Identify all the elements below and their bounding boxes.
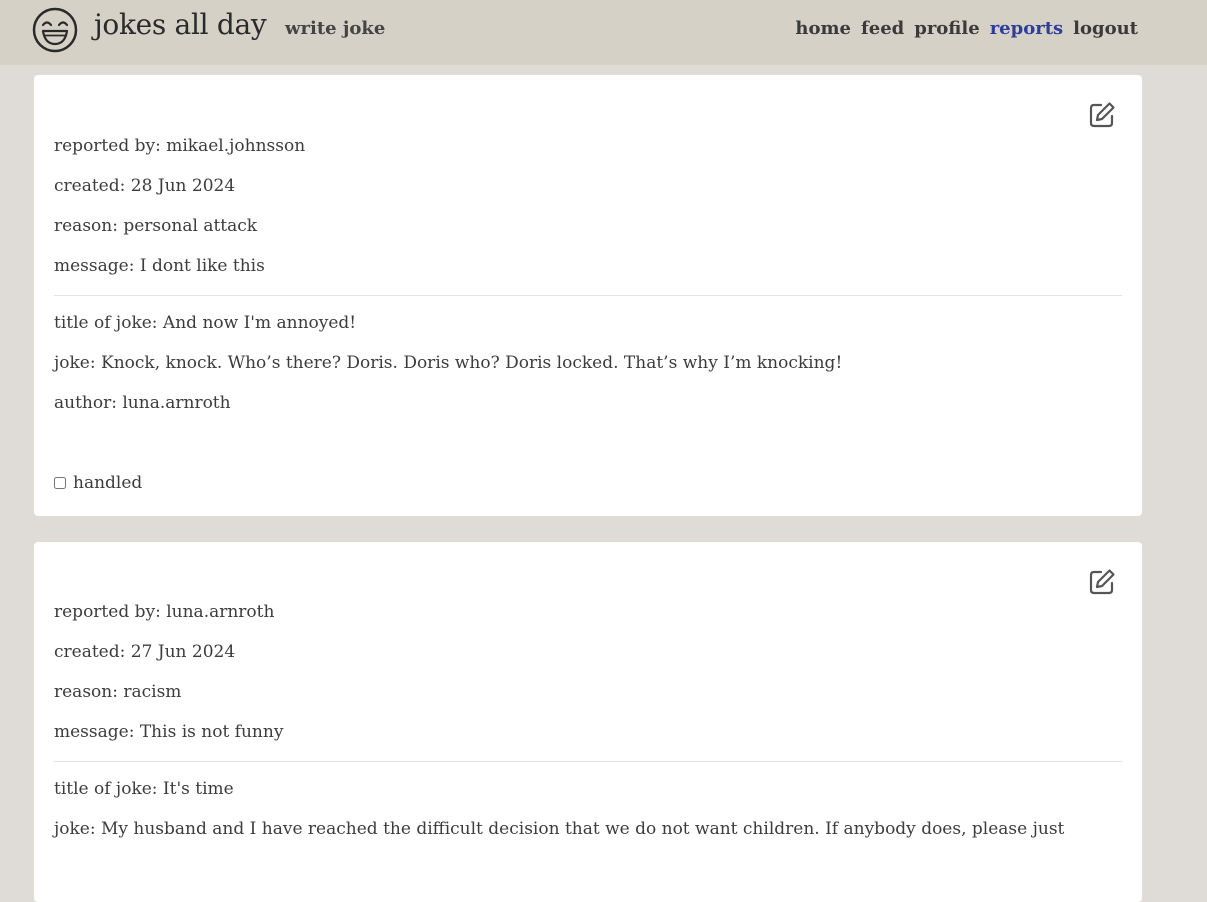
reported-by-text: reported by: mikael.johnsson — [54, 136, 306, 156]
nav-reports-link[interactable]: reports — [990, 18, 1063, 39]
handled-label: handled — [73, 473, 143, 493]
reported-by-text: reported by: luna.arnroth — [54, 602, 275, 622]
report-card: reported by: mikael.johnsson created: 28… — [34, 75, 1142, 516]
joke-title-text: title of joke: It's time — [54, 779, 234, 799]
edit-icon[interactable] — [1088, 568, 1116, 596]
created-date-text: created: 28 Jun 2024 — [54, 176, 236, 196]
laughing-face-logo-icon[interactable] — [32, 7, 78, 53]
nav-feed-link[interactable]: feed — [861, 18, 904, 39]
top-navigation-bar: jokes all day write joke home feed profi… — [0, 0, 1207, 65]
main-nav: home feed profile reports logout — [795, 18, 1138, 39]
joke-text: joke: My husband and I have reached the … — [54, 819, 1065, 839]
message-text: message: This is not funny — [54, 722, 284, 742]
reason-text: reason: personal attack — [54, 216, 258, 236]
card-divider — [54, 295, 1122, 296]
report-card: reported by: luna.arnroth created: 27 Ju… — [34, 542, 1142, 902]
write-joke-link[interactable]: write joke — [285, 18, 385, 39]
joke-title-text: title of joke: And now I'm annoyed! — [54, 313, 357, 333]
nav-home-link[interactable]: home — [795, 18, 851, 39]
nav-logout-link[interactable]: logout — [1073, 18, 1138, 39]
created-date-text: created: 27 Jun 2024 — [54, 642, 236, 662]
handled-toggle[interactable]: handled — [54, 473, 142, 493]
card-divider — [54, 761, 1122, 762]
nav-profile-link[interactable]: profile — [914, 18, 979, 39]
reason-text: reason: racism — [54, 682, 182, 702]
message-text: message: I dont like this — [54, 256, 265, 276]
joke-text: joke: Knock, knock. Who’s there? Doris. … — [54, 353, 843, 373]
brand-title[interactable]: jokes all day — [94, 8, 267, 41]
handled-checkbox[interactable] — [54, 477, 66, 489]
author-text: author: luna.arnroth — [54, 393, 231, 413]
edit-icon[interactable] — [1088, 101, 1116, 129]
